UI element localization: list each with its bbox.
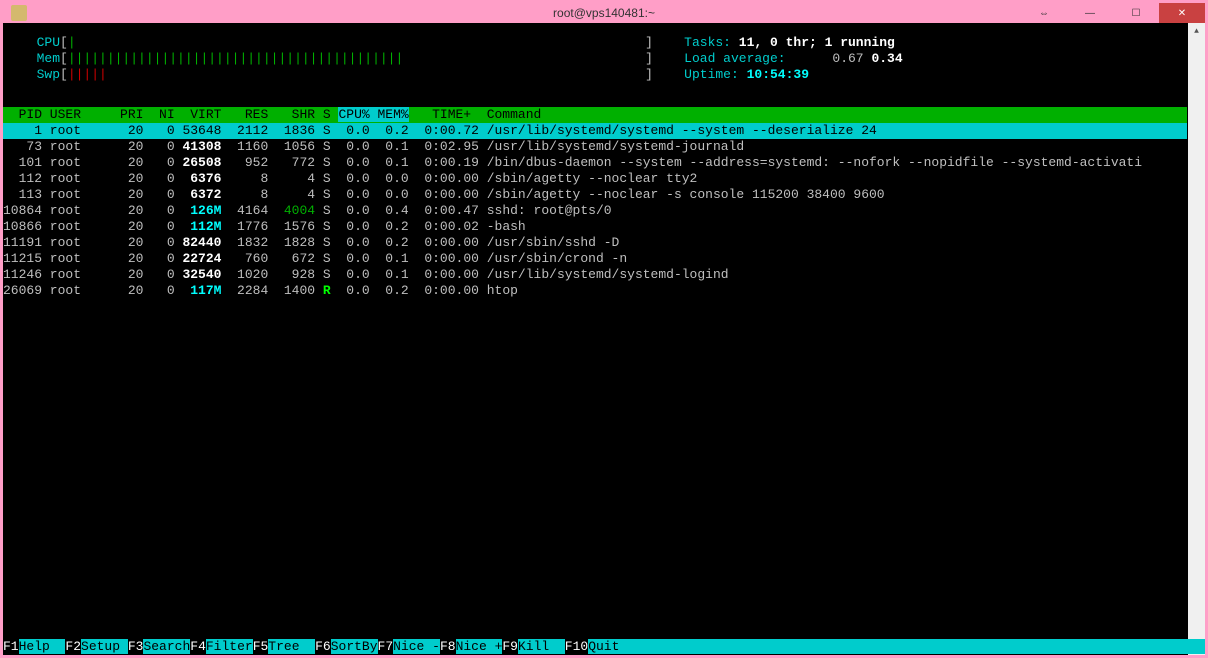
fkey-f10[interactable]: F10 <box>565 639 588 654</box>
function-key-bar: F1Help F2Setup F3SearchF4FilterF5Tree F6… <box>3 639 1188 655</box>
terminal[interactable]: CPU[| ] Tasks: 11, 0 thr; 1 running Mem[… <box>3 23 1205 655</box>
process-row[interactable]: 113 root 20 0 6372 8 4 S 0.0 0.0 0:00.00… <box>3 187 1187 203</box>
close-button[interactable]: ✕ <box>1159 3 1205 23</box>
process-row[interactable]: 26069 root 20 0 117M 2284 1400 R 0.0 0.2… <box>3 283 1187 299</box>
fkey-f1[interactable]: F1 <box>3 639 19 654</box>
fkey-f6[interactable]: F6 <box>315 639 331 654</box>
process-row[interactable]: 73 root 20 0 41308 1160 1056 S 0.0 0.1 0… <box>3 139 1187 155</box>
process-row[interactable]: 10866 root 20 0 112M 1776 1576 S 0.0 0.2… <box>3 219 1187 235</box>
fkey-f4[interactable]: F4 <box>190 639 206 654</box>
scroll-up-icon[interactable]: ▲ <box>1188 23 1205 40</box>
process-row[interactable]: 112 root 20 0 6376 8 4 S 0.0 0.0 0:00.00… <box>3 171 1187 187</box>
scrollbar[interactable]: ▲ ▼ <box>1188 23 1205 655</box>
fkey-label[interactable]: SortBy <box>331 639 378 654</box>
fkey-f3[interactable]: F3 <box>128 639 144 654</box>
process-row[interactable]: 11246 root 20 0 32540 1020 928 S 0.0 0.1… <box>3 267 1187 283</box>
fkey-f5[interactable]: F5 <box>253 639 269 654</box>
window-titlebar[interactable]: root@vps140481:~ ⇔ — ☐ ✕ <box>3 3 1205 23</box>
process-row[interactable]: 10864 root 20 0 126M 4164 4004 S 0.0 0.4… <box>3 203 1187 219</box>
process-header[interactable]: PID USER PRI NI VIRT RES SHR S CPU% MEM%… <box>3 107 1187 123</box>
process-row[interactable]: 1 root 20 0 53648 2112 1836 S 0.0 0.2 0:… <box>3 123 1187 139</box>
fkey-label[interactable]: Nice + <box>456 639 503 654</box>
process-row[interactable]: 11191 root 20 0 82440 1832 1828 S 0.0 0.… <box>3 235 1187 251</box>
fkey-label[interactable]: Setup <box>81 639 128 654</box>
fkey-label[interactable]: Filter <box>206 639 253 654</box>
fkey-label[interactable]: Tree <box>268 639 315 654</box>
process-row[interactable]: 101 root 20 0 26508 952 772 S 0.0 0.1 0:… <box>3 155 1187 171</box>
fkey-label[interactable]: Search <box>143 639 190 654</box>
app-icon <box>11 5 27 21</box>
fkey-label[interactable]: Kill <box>518 639 565 654</box>
process-row[interactable]: 11215 root 20 0 22724 760 672 S 0.0 0.1 … <box>3 251 1187 267</box>
window-title: root@vps140481:~ <box>553 6 655 20</box>
fkey-f7[interactable]: F7 <box>378 639 394 654</box>
fkey-label[interactable]: Nice - <box>393 639 440 654</box>
fkey-f9[interactable]: F9 <box>502 639 518 654</box>
fkey-f8[interactable]: F8 <box>440 639 456 654</box>
maximize-button[interactable]: ☐ <box>1113 3 1159 23</box>
resize-button[interactable]: ⇔ <box>1021 3 1067 23</box>
fkey-label[interactable]: Help <box>19 639 66 654</box>
minimize-button[interactable]: — <box>1067 3 1113 23</box>
fkey-f2[interactable]: F2 <box>65 639 81 654</box>
fkey-label[interactable]: Quit <box>588 639 635 654</box>
